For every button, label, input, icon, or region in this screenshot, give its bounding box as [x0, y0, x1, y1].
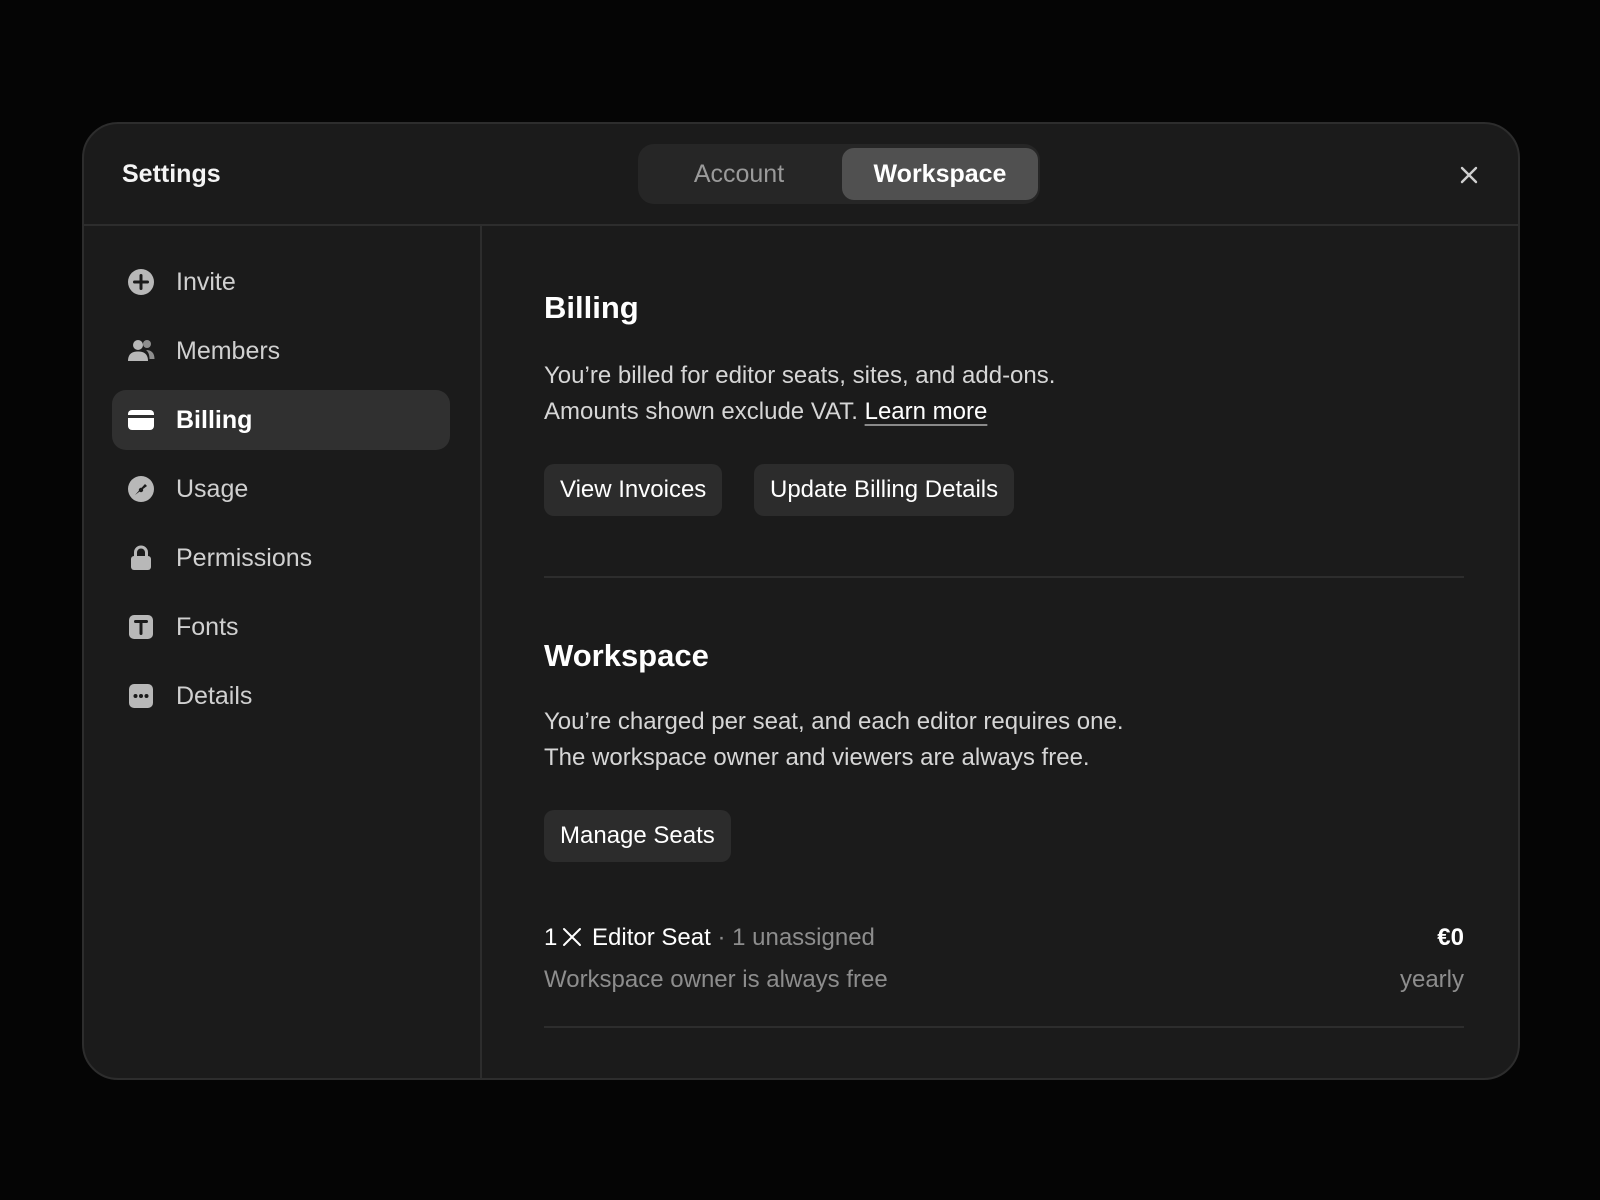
- main-content: Billing You’re billed for editor seats, …: [484, 226, 1518, 1078]
- seat-status: 1 unassigned: [732, 924, 875, 951]
- multiply-icon: [563, 928, 582, 946]
- sidebar-item-permissions[interactable]: Permissions: [112, 528, 450, 588]
- members-icon: [128, 340, 155, 361]
- lock-icon: [131, 545, 151, 570]
- tab-account[interactable]: Account: [644, 148, 834, 200]
- sidebar-item-label: Details: [176, 682, 253, 710]
- seat-name: Editor Seat: [592, 924, 711, 951]
- settings-tabs: Account Workspace: [638, 144, 1040, 204]
- tab-workspace[interactable]: Workspace: [842, 148, 1038, 200]
- close-icon: [1460, 166, 1478, 184]
- workspace-title: Workspace: [544, 638, 709, 673]
- workspace-description-line-1: You’re charged per seat, and each editor…: [544, 708, 1124, 735]
- sidebar-item-label: Billing: [176, 406, 253, 434]
- sidebar-item-fonts[interactable]: Fonts: [112, 597, 450, 657]
- seat-line-item: 1 Editor Seat · 1 unassigned Workspace o…: [544, 920, 1464, 1010]
- sidebar-item-details[interactable]: Details: [112, 666, 450, 726]
- sidebar-item-label: Invite: [176, 268, 236, 296]
- sidebar-item-label: Members: [176, 337, 281, 365]
- font-icon: [129, 615, 153, 639]
- section-divider: [544, 576, 1464, 578]
- card-icon: [128, 410, 154, 430]
- seat-separator: ·: [717, 924, 726, 951]
- sidebar-item-members[interactable]: Members: [112, 321, 450, 381]
- seat-quantity: 1: [544, 924, 558, 951]
- learn-more-link[interactable]: Learn more: [865, 398, 988, 425]
- modal-header: Settings Account Workspace: [84, 124, 1518, 226]
- billing-description-line-1: You’re billed for editor seats, sites, a…: [544, 362, 1056, 389]
- sidebar-item-usage[interactable]: Usage: [112, 459, 450, 519]
- sidebar-item-billing[interactable]: Billing: [112, 390, 450, 450]
- gauge-icon: [128, 476, 154, 502]
- view-invoices-button[interactable]: View Invoices: [544, 464, 723, 516]
- sidebar-item-label: Fonts: [176, 613, 239, 641]
- seat-divider: [544, 1026, 1464, 1028]
- workspace-description: You’re charged per seat, and each editor…: [544, 704, 1124, 776]
- plus-circle-icon: [128, 269, 154, 295]
- billing-description: You’re billed for editor seats, sites, a…: [544, 358, 1055, 430]
- close-button[interactable]: [1454, 160, 1484, 190]
- settings-modal: Settings Account Workspace Invite Member…: [82, 122, 1520, 1080]
- vat-note: Amounts shown exclude VAT.: [544, 398, 858, 425]
- sidebar-item-invite[interactable]: Invite: [112, 252, 450, 312]
- sidebar-item-label: Usage: [176, 475, 249, 503]
- more-icon: [129, 684, 153, 708]
- seat-period: yearly: [1399, 966, 1464, 993]
- sidebar: Invite Members Billing Usage Permissions…: [84, 226, 482, 1078]
- seat-price: €0: [1437, 924, 1464, 951]
- workspace-description-line-2: The workspace owner and viewers are alwa…: [544, 744, 1090, 771]
- seat-summary: 1 Editor Seat · 1 unassigned: [544, 920, 875, 956]
- sidebar-item-label: Permissions: [176, 544, 313, 572]
- modal-title: Settings: [122, 160, 221, 188]
- manage-seats-button[interactable]: Manage Seats: [544, 810, 731, 862]
- billing-title: Billing: [544, 290, 639, 325]
- update-billing-details-button[interactable]: Update Billing Details: [754, 464, 1015, 516]
- seat-note: Workspace owner is always free: [544, 966, 888, 993]
- billing-description-line-2: Amounts shown exclude VAT. Learn more: [544, 394, 1055, 430]
